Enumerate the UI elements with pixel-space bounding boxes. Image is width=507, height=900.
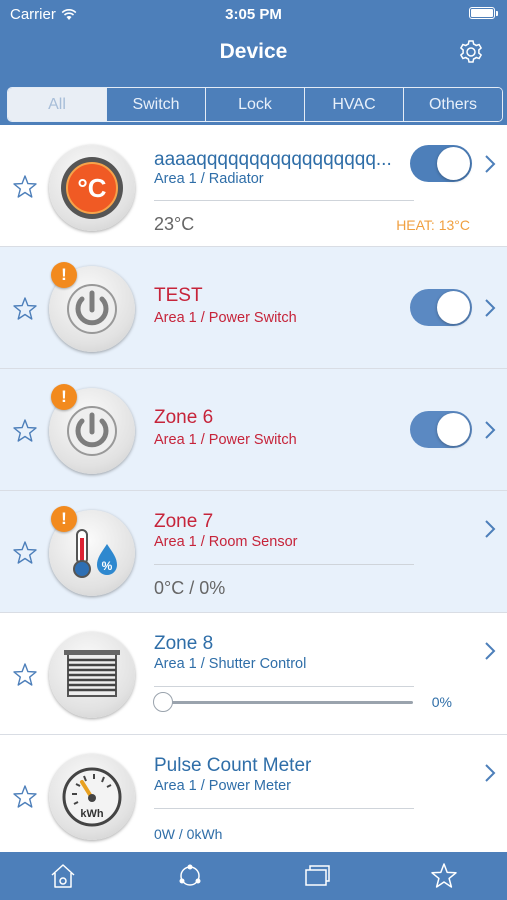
- gear-icon[interactable]: [457, 38, 485, 66]
- shutter-position: 0%: [431, 694, 452, 710]
- device-row-zone-8[interactable]: Zone 8 Area 1 / Shutter Control 0%: [0, 613, 507, 735]
- filter-segmented-control: All Switch Lock HVAC Others: [7, 87, 503, 122]
- heat-setpoint: HEAT: 13°C: [396, 217, 470, 233]
- filter-switch[interactable]: Switch: [107, 88, 206, 121]
- device-row-zone-7[interactable]: % ! Zone 7 Area 1 / Room Sensor 0°C / 0%: [0, 491, 507, 613]
- home-icon[interactable]: [48, 861, 78, 891]
- device-name: Pulse Count Meter: [154, 755, 312, 776]
- device-name: Zone 7: [154, 511, 214, 532]
- page-title: Device: [219, 40, 288, 63]
- svg-text:%: %: [102, 559, 113, 573]
- power-toggle[interactable]: [410, 145, 472, 182]
- warning-badge: !: [51, 506, 77, 532]
- filter-others[interactable]: Others: [404, 88, 502, 121]
- battery-icon: [469, 7, 498, 19]
- app-header: Carrier 3:05 PM Device All Switch Lock H…: [0, 0, 507, 125]
- chevron-right-icon[interactable]: [484, 298, 496, 318]
- status-bar: Carrier 3:05 PM: [0, 0, 507, 28]
- chevron-right-icon[interactable]: [484, 420, 496, 440]
- filter-lock[interactable]: Lock: [206, 88, 305, 121]
- device-name: Zone 6: [154, 407, 214, 428]
- chevron-right-icon[interactable]: [484, 763, 496, 783]
- thermostat-icon: °C: [49, 145, 135, 231]
- favorite-star-icon[interactable]: [12, 784, 38, 810]
- rooms-icon[interactable]: [302, 861, 332, 891]
- divider: [154, 808, 414, 809]
- device-location: Area 1 / Power Switch: [154, 432, 297, 448]
- divider: [154, 564, 414, 565]
- filter-hvac[interactable]: HVAC: [305, 88, 404, 121]
- chevron-right-icon[interactable]: [484, 154, 496, 174]
- device-location: Area 1 / Shutter Control: [154, 656, 307, 672]
- device-location: Area 1 / Radiator: [154, 171, 264, 187]
- shutter-icon: [49, 632, 135, 718]
- divider: [154, 200, 414, 201]
- device-row-zone-6[interactable]: ! Zone 6 Area 1 / Power Switch: [0, 369, 507, 491]
- device-name: TEST: [154, 285, 203, 306]
- favorite-star-icon[interactable]: [12, 418, 38, 444]
- device-row-test[interactable]: ! TEST Area 1 / Power Switch: [0, 247, 507, 369]
- shutter-slider-track[interactable]: [163, 701, 413, 704]
- sensor-reading: 0°C / 0%: [154, 578, 226, 598]
- warning-badge: !: [51, 262, 77, 288]
- chevron-right-icon[interactable]: [484, 519, 496, 539]
- device-row-pulse-meter[interactable]: kWh Pulse Count Meter Area 1 / Power Met…: [0, 735, 507, 857]
- favorites-icon[interactable]: [429, 861, 459, 891]
- device-row-radiator[interactable]: °C aaaaqqqqqqqqqqqqqqqqq... Area 1 / Rad…: [0, 125, 507, 247]
- device-location: Area 1 / Room Sensor: [154, 534, 298, 550]
- chevron-right-icon[interactable]: [484, 641, 496, 661]
- favorite-star-icon[interactable]: [12, 662, 38, 688]
- divider: [154, 686, 414, 687]
- power-meter-icon: kWh: [49, 754, 135, 840]
- power-toggle[interactable]: [410, 411, 472, 448]
- device-location: Area 1 / Power Switch: [154, 310, 297, 326]
- device-name: aaaaqqqqqqqqqqqqqqqqq...: [154, 149, 392, 170]
- clock: 3:05 PM: [225, 6, 282, 23]
- filter-all[interactable]: All: [8, 88, 107, 121]
- favorite-star-icon[interactable]: [12, 174, 38, 200]
- nav-bar: Device: [0, 28, 507, 78]
- meter-reading: 0W / 0kWh: [154, 826, 223, 842]
- tab-bar: [0, 852, 507, 900]
- favorite-star-icon[interactable]: [12, 296, 38, 322]
- scenes-icon[interactable]: [175, 861, 205, 891]
- svg-text:kWh: kWh: [80, 808, 104, 820]
- svg-text:°C: °C: [77, 173, 106, 203]
- warning-badge: !: [51, 384, 77, 410]
- device-list: °C aaaaqqqqqqqqqqqqqqqqq... Area 1 / Rad…: [0, 125, 507, 857]
- shutter-slider-thumb[interactable]: [153, 692, 173, 712]
- favorite-star-icon[interactable]: [12, 540, 38, 566]
- device-name: Zone 8: [154, 633, 214, 654]
- temperature-reading: 23°C: [154, 214, 195, 234]
- power-toggle[interactable]: [410, 289, 472, 326]
- device-location: Area 1 / Power Meter: [154, 778, 291, 794]
